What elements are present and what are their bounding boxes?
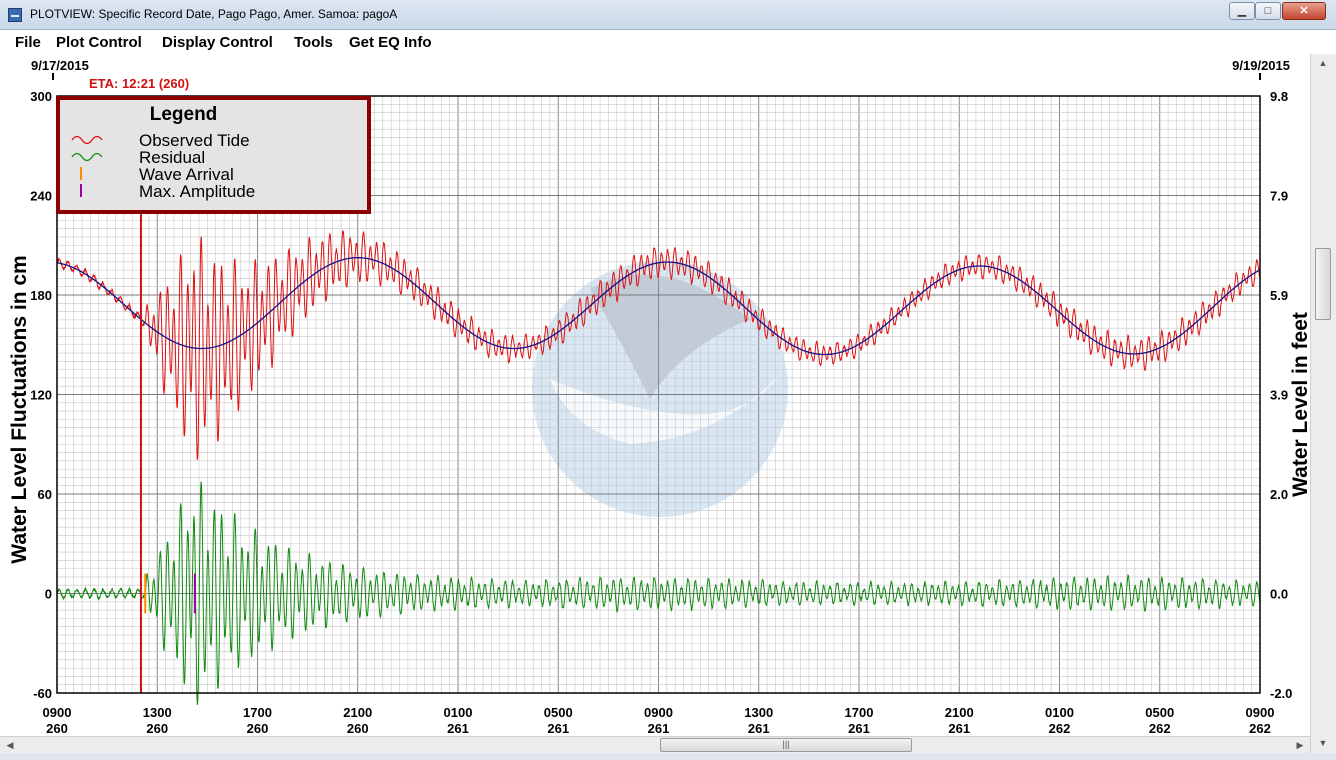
eta-label: ETA: 12:21 (260) <box>89 76 189 91</box>
y-tick-left: 60 <box>38 487 52 502</box>
y-tick-left: 0 <box>45 587 52 602</box>
x-tick-day: 262 <box>1149 721 1171 736</box>
window-titlebar: PLOTVIEW: Specific Record Date, Pago Pag… <box>0 0 1336 30</box>
chart-legend[interactable]: LegendObserved TideResidualWave ArrivalM… <box>56 96 371 214</box>
x-tick-day: 260 <box>247 721 269 736</box>
x-tick-time: 1700 <box>243 705 272 720</box>
x-tick-time: 1300 <box>744 705 773 720</box>
x-tick-day: 262 <box>1249 721 1271 736</box>
y-tick-right: 5.9 <box>1270 288 1288 303</box>
y-tick-right: -2.0 <box>1270 686 1292 701</box>
y-tick-left: 300 <box>30 89 52 104</box>
y-tick-left: 120 <box>30 388 52 403</box>
vertical-scrollbar[interactable]: ▲ ▼ <box>1310 54 1336 753</box>
date-end-label: 9/19/2015 <box>1232 58 1290 73</box>
menu-file[interactable]: File <box>15 34 41 51</box>
x-tick-day: 261 <box>447 721 469 736</box>
y-tick-right: 7.9 <box>1270 189 1288 204</box>
x-tick-day: 260 <box>46 721 68 736</box>
x-tick-day: 260 <box>146 721 168 736</box>
y-tick-left: 180 <box>30 288 52 303</box>
y-tick-left: 240 <box>30 189 52 204</box>
y-tick-left: -60 <box>33 686 52 701</box>
x-tick-time: 1300 <box>143 705 172 720</box>
x-tick-time: 0100 <box>1045 705 1074 720</box>
x-tick-time: 2100 <box>343 705 372 720</box>
minimize-button[interactable]: ▁ <box>1229 2 1255 20</box>
menu-tools[interactable]: Tools <box>294 34 333 51</box>
legend-entry-label: Max. Amplitude <box>139 182 255 201</box>
menu-display-control[interactable]: Display Control <box>162 34 273 51</box>
x-tick-day: 261 <box>648 721 670 736</box>
y-tick-right: 3.9 <box>1270 388 1288 403</box>
scroll-up-arrow[interactable]: ▲ <box>1315 56 1331 70</box>
y-tick-right: 2.0 <box>1270 487 1288 502</box>
x-tick-day: 262 <box>1049 721 1071 736</box>
x-tick-time: 0900 <box>1246 705 1275 720</box>
x-tick-time: 0900 <box>43 705 72 720</box>
chart-area[interactable]: 9/17/2015 9/19/2015 ETA: 12:21 (260) 300 240… <box>0 54 1336 760</box>
date-start-label: 9/17/2015 <box>31 58 89 73</box>
menu-bar: File Plot Control Display Control Tools … <box>0 30 1336 54</box>
menu-get-eq-info[interactable]: Get EQ Info <box>349 34 432 51</box>
scroll-down-arrow[interactable]: ▼ <box>1315 736 1331 750</box>
x-tick-day: 260 <box>347 721 369 736</box>
scroll-left-arrow[interactable]: ◀ <box>2 738 18 752</box>
x-tick-time: 0100 <box>444 705 473 720</box>
legend-title: Legend <box>150 104 218 125</box>
plotview-app-icon[interactable] <box>8 8 22 22</box>
horizontal-scrollbar[interactable]: ◀ ||| ▶ <box>0 736 1310 753</box>
x-tick-time: 0500 <box>544 705 573 720</box>
y-tick-right: 0.0 <box>1270 587 1288 602</box>
x-tick-day: 261 <box>948 721 970 736</box>
close-button[interactable]: ✕ <box>1282 2 1326 20</box>
x-tick-time: 1700 <box>845 705 874 720</box>
window-title: PLOTVIEW: Specific Record Date, Pago Pag… <box>30 7 398 21</box>
menu-plot-control[interactable]: Plot Control <box>56 34 142 51</box>
window-bottom-border <box>0 753 1336 760</box>
y-axis-label-left: Water Level Fluctuations in cm <box>8 255 31 563</box>
tide-chart[interactable]: 9/17/2015 9/19/2015 ETA: 12:21 (260) 300 240… <box>0 54 1312 736</box>
x-tick-day: 261 <box>748 721 770 736</box>
vertical-scroll-thumb[interactable] <box>1315 248 1331 320</box>
x-tick-time: 2100 <box>945 705 974 720</box>
y-axis-label-right: Water Level in feet <box>1289 312 1310 497</box>
x-tick-time: 0500 <box>1145 705 1174 720</box>
y-tick-right: 9.8 <box>1270 89 1288 104</box>
x-tick-time: 0900 <box>644 705 673 720</box>
scroll-right-arrow[interactable]: ▶ <box>1292 738 1308 752</box>
x-tick-day: 261 <box>848 721 870 736</box>
horizontal-scroll-thumb[interactable]: ||| <box>660 738 912 752</box>
maximize-button[interactable]: □ <box>1255 2 1281 20</box>
x-tick-day: 261 <box>547 721 569 736</box>
